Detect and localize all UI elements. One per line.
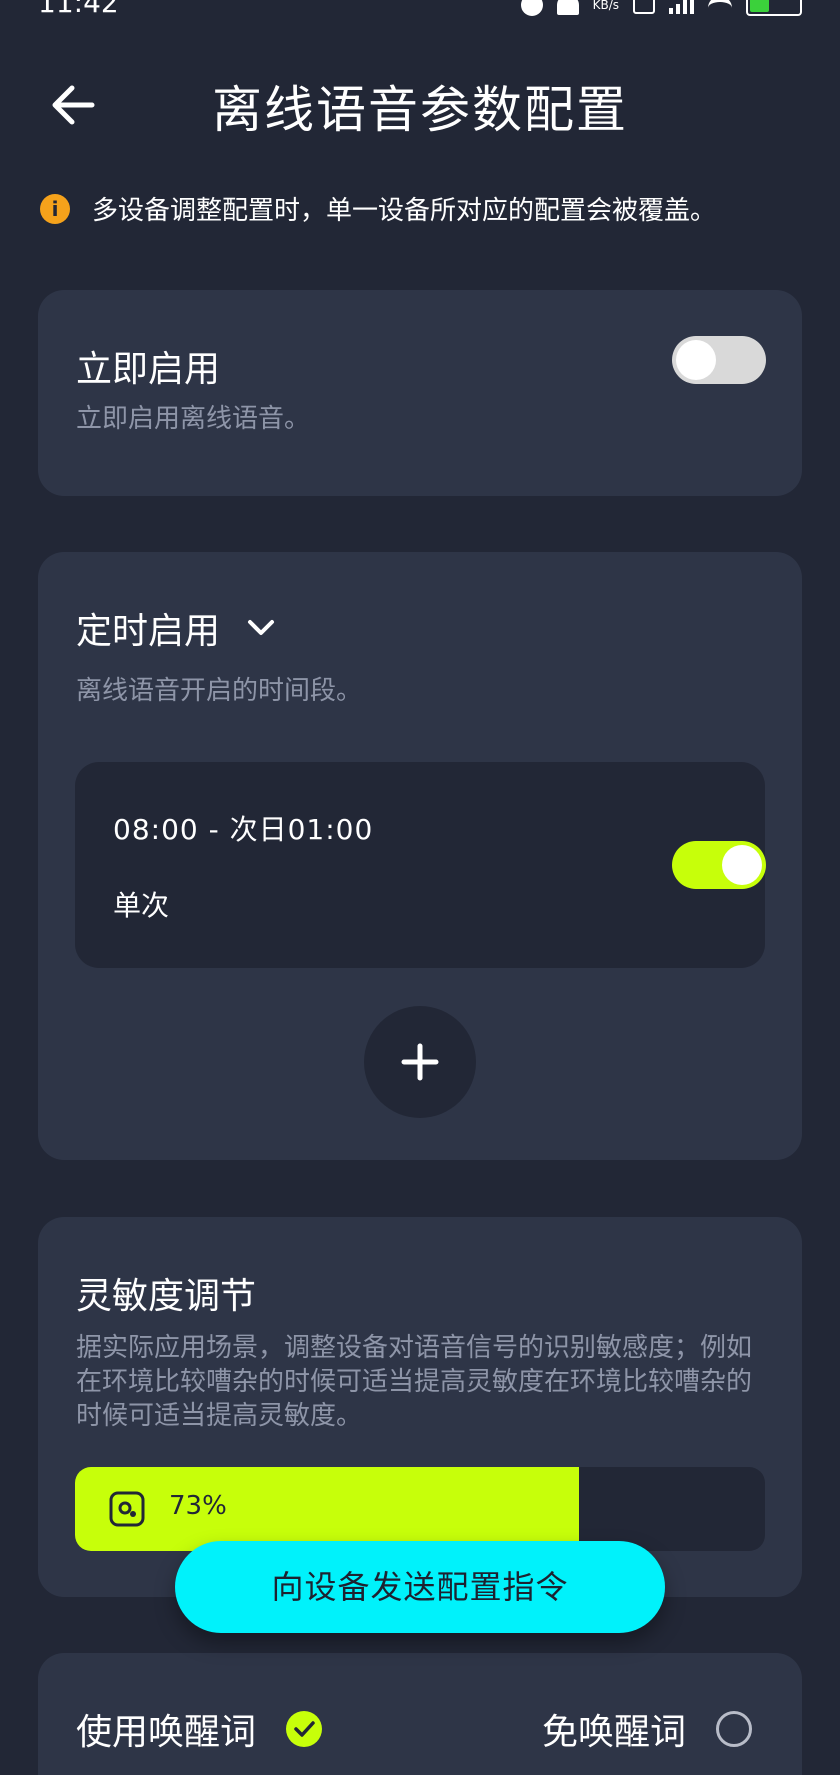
chevron-down-icon xyxy=(248,620,275,635)
wifi-icon xyxy=(708,0,732,14)
screen: 11:42 KB/s 离线语音参数配置 i 多设备调整配置时，单一设备所对应的配… xyxy=(0,0,840,1775)
status-bar: 11:42 KB/s xyxy=(0,0,840,20)
radio-unchecked-icon xyxy=(716,1711,753,1747)
plus-icon xyxy=(401,1043,439,1081)
scheduled-header[interactable]: 定时启用 xyxy=(76,602,276,654)
sensitivity-value: 73% xyxy=(169,1491,227,1521)
sensitivity-description: 据实际应用场景，调整设备对语音信号的识别敏感度；例如在环境比较嘈杂的时候可适当提… xyxy=(76,1333,753,1431)
schedule-toggle[interactable] xyxy=(672,841,766,889)
signal-icon xyxy=(669,0,694,14)
alarm-icon xyxy=(520,0,543,16)
checked-icon xyxy=(286,1711,323,1747)
add-schedule-button[interactable] xyxy=(364,1006,476,1118)
notice-banner: i 多设备调整配置时，单一设备所对应的配置会被覆盖。 xyxy=(40,190,716,227)
wake-mode-card: 使用唤醒词 免唤醒词 xyxy=(38,1653,802,1775)
battery-icon xyxy=(746,0,802,16)
schedule-time-range: 08:00 - 次日01:00 xyxy=(113,813,374,846)
sensitivity-card: 灵敏度调节 据实际应用场景，调整设备对语音信号的识别敏感度；例如在环境比较嘈杂的… xyxy=(38,1217,802,1597)
enable-now-toggle[interactable] xyxy=(672,336,766,384)
header: 离线语音参数配置 xyxy=(0,60,840,150)
enable-now-card: 立即启用 立即启用离线语音。 xyxy=(38,290,802,496)
enable-now-title: 立即启用 xyxy=(76,349,221,390)
use-wake-word-label: 使用唤醒词 xyxy=(76,1712,257,1753)
network-speed: KB/s xyxy=(592,0,619,12)
sensitivity-slider[interactable]: 73% xyxy=(75,1467,765,1551)
notice-text: 多设备调整配置时，单一设备所对应的配置会被覆盖。 xyxy=(92,196,717,226)
sensitivity-title: 灵敏度调节 xyxy=(76,1276,257,1317)
slider-fill xyxy=(75,1467,579,1551)
toggle-knob xyxy=(676,340,716,380)
no-wake-word-label: 免唤醒词 xyxy=(542,1712,687,1753)
toggle-knob xyxy=(722,845,762,885)
scheduled-card: 定时启用 离线语音开启的时间段。 08:00 - 次日01:00 单次 xyxy=(38,552,802,1160)
no-wake-word-option[interactable]: 免唤醒词 xyxy=(542,1703,753,1755)
info-icon: i xyxy=(40,193,70,224)
send-config-button[interactable]: 向设备发送配置指令 xyxy=(175,1541,665,1633)
enable-now-description: 立即启用离线语音。 xyxy=(76,404,311,434)
hd-icon xyxy=(633,0,655,14)
status-icons: KB/s xyxy=(520,0,802,16)
scheduled-title: 定时启用 xyxy=(76,611,221,652)
gear-settings-icon xyxy=(109,1491,145,1527)
use-wake-word-option[interactable]: 使用唤醒词 xyxy=(76,1703,323,1755)
mute-bell-icon xyxy=(556,0,579,15)
schedule-item[interactable]: 08:00 - 次日01:00 单次 xyxy=(75,762,766,968)
scheduled-description: 离线语音开启的时间段。 xyxy=(76,676,363,706)
schedule-repeat: 单次 xyxy=(113,889,170,922)
status-time: 11:42 xyxy=(38,0,119,19)
page-title: 离线语音参数配置 xyxy=(212,81,628,139)
